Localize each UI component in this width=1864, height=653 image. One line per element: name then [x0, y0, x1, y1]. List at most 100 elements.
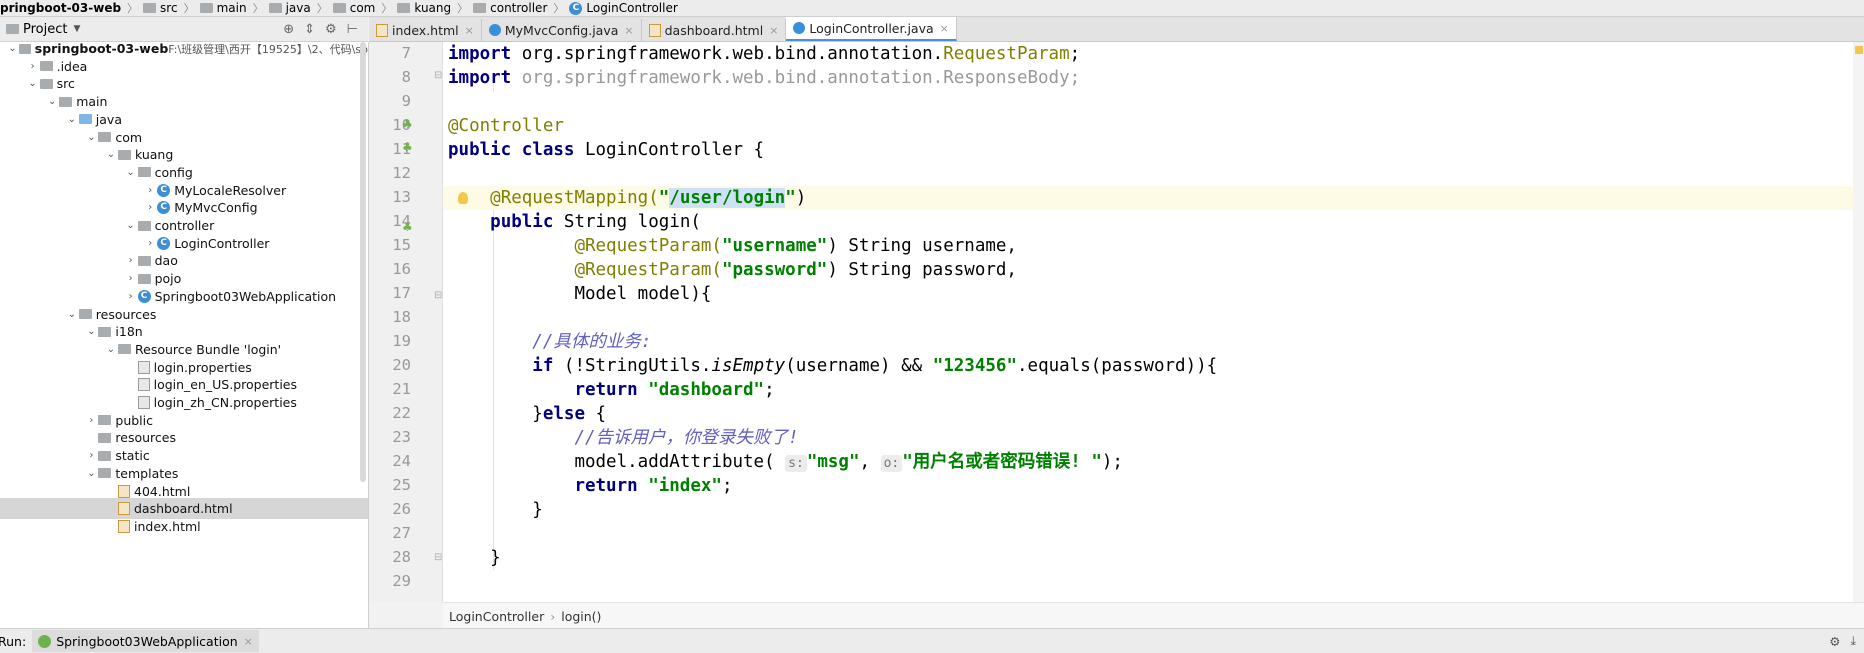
breadcrumb-label: java — [285, 1, 311, 15]
breadcrumb-label: LoginController — [586, 1, 678, 15]
code-line-19[interactable]: //具体的业务: — [448, 330, 651, 354]
folder-icon — [18, 43, 31, 54]
code-line-20[interactable]: if (!StringUtils.isEmpty(username) && "1… — [448, 354, 1217, 378]
code-line-28[interactable]: } — [448, 546, 501, 570]
code-line-24[interactable]: model.addAttribute( s: "msg", o: "用户名或者密码错… — [448, 450, 1123, 474]
project-path: F:\班级管理\西开【19525】\2、代码\sp — [168, 42, 368, 56]
code-line-26[interactable]: } — [448, 498, 543, 522]
code-line-17[interactable]: Model model){ — [448, 282, 711, 306]
chevron-right-icon[interactable]: › — [124, 291, 138, 302]
chevron-right-icon: 〉 — [183, 2, 195, 15]
chevron-down-icon[interactable]: ⌄ — [84, 468, 98, 479]
line-number: 29 — [392, 572, 411, 590]
breadcrumb-item[interactable]: C LoginController — [569, 1, 680, 15]
code-line-10[interactable]: @Controller — [448, 114, 564, 138]
chevron-right-icon[interactable]: › — [84, 415, 98, 426]
breadcrumb-item[interactable]: controller — [473, 1, 550, 15]
chevron-down-icon[interactable]: ⌄ — [65, 309, 79, 320]
editor-tab[interactable]: MyMvcConfig.java × — [481, 19, 642, 41]
folder-icon — [98, 326, 112, 337]
chevron-right-icon[interactable]: › — [143, 238, 157, 249]
close-icon[interactable]: × — [769, 24, 778, 37]
run-tab[interactable]: Springboot03WebApplication × — [32, 630, 259, 652]
chevron-right-icon[interactable]: › — [124, 255, 138, 266]
line-number: 13 — [392, 188, 411, 206]
breadcrumb-item[interactable]: com — [332, 1, 379, 15]
run-label: Run: — [0, 633, 27, 649]
breadcrumb-item[interactable]: kuang — [397, 1, 454, 15]
folder-icon — [118, 344, 131, 355]
chevron-down-icon[interactable]: ⌄ — [84, 132, 98, 143]
chevron-right-icon[interactable]: › — [143, 185, 157, 196]
chevron-right-icon[interactable]: › — [124, 273, 138, 284]
editor-tab[interactable]: LoginController.java × — [786, 17, 957, 41]
bean-icon[interactable]: ♣ — [402, 140, 416, 154]
code-line-14[interactable]: public String login( — [448, 210, 701, 234]
chevron-down-icon[interactable]: ⌄ — [26, 78, 40, 89]
globe-icon[interactable]: ⊕ — [283, 22, 294, 37]
code-line-7[interactable]: import org.springframework.web.bind.anno… — [448, 42, 1080, 66]
chevron-down-icon[interactable]: ⌄ — [104, 149, 118, 160]
breadcrumb-item[interactable]: main — [199, 1, 250, 15]
tree-item[interactable]: index.html — [0, 516, 368, 537]
hide-panel-icon[interactable]: ⊢ — [347, 22, 358, 37]
line-number: 9 — [401, 92, 411, 110]
chevron-down-icon[interactable]: ⌄ — [104, 344, 118, 355]
breadcrumb-item[interactable]: java — [268, 1, 314, 15]
chevron-down-icon[interactable]: ⌄ — [6, 43, 19, 54]
download-icon[interactable]: ⤓ — [1850, 633, 1856, 649]
line-number: 8 — [401, 68, 411, 86]
spring-boot-icon — [38, 634, 52, 648]
class-icon: C — [569, 1, 583, 15]
tree-item-label: src — [56, 76, 75, 92]
editor-tab[interactable]: dashboard.html × — [641, 19, 787, 41]
param-hint: s: — [785, 455, 807, 472]
error-stripe[interactable] — [1853, 42, 1864, 602]
line-number: 22 — [392, 404, 411, 422]
editor-tabs: index.html × MyMvcConfig.java × dashboard.ht… — [369, 17, 1864, 42]
breadcrumb-item[interactable]: src — [143, 1, 181, 15]
chevron-down-icon[interactable]: ⌄ — [65, 114, 79, 125]
code-line-13[interactable]: @RequestMapping("/user/login") — [448, 186, 806, 210]
tree-scrollbar[interactable] — [360, 42, 366, 482]
chevron-right-icon[interactable]: › — [84, 450, 98, 461]
breadcrumb-item[interactable]: pringboot-03-web — [0, 1, 124, 15]
lightbulb-icon[interactable] — [458, 192, 468, 204]
tree-item-label: config — [154, 164, 193, 180]
line-number: 26 — [392, 500, 411, 518]
chevron-down-icon[interactable]: ⌄ — [45, 96, 59, 107]
code-editor[interactable]: import org.springframework.web.bind.anno… — [443, 42, 1853, 602]
code-line-21[interactable]: return "dashboard"; — [448, 378, 774, 402]
project-view-selector[interactable]: Project ▼ — [6, 22, 80, 37]
close-icon[interactable]: × — [940, 22, 949, 35]
chevron-down-icon[interactable]: ⌄ — [84, 326, 98, 337]
chevron-right-icon: 〉 — [381, 2, 393, 15]
code-line-15[interactable]: @RequestParam("username") String usernam… — [448, 234, 1017, 258]
chevron-down-icon[interactable]: ⌄ — [124, 167, 138, 178]
gear-icon[interactable]: ⚙ — [325, 22, 337, 37]
bean-icon[interactable]: ♣ — [402, 220, 416, 234]
crumb-class[interactable]: LoginController — [449, 609, 544, 624]
close-icon[interactable]: × — [244, 635, 253, 648]
code-line-8[interactable]: import org.springframework.web.bind.anno… — [448, 66, 1080, 90]
line-number: 18 — [392, 308, 411, 326]
warning-marker[interactable] — [1855, 46, 1863, 54]
editor-tab[interactable]: index.html × — [369, 19, 482, 41]
code-line-23[interactable]: //告诉用户，你登录失败了! — [448, 426, 798, 450]
chevron-right-icon[interactable]: › — [143, 202, 157, 213]
gear-icon[interactable]: ⚙ — [1829, 634, 1840, 649]
tree-item-label: MyLocaleResolver — [174, 182, 287, 198]
code-line-16[interactable]: @RequestParam("password") String passwor… — [448, 258, 1017, 282]
code-line-11[interactable]: public class LoginController { — [448, 138, 764, 162]
close-icon[interactable]: × — [624, 24, 633, 37]
class-icon: C — [157, 201, 171, 215]
code-line-22[interactable]: }else { — [448, 402, 606, 426]
bean-icon[interactable]: ♣ — [402, 117, 416, 131]
chevron-down-icon[interactable]: ⌄ — [124, 220, 138, 231]
chevron-right-icon[interactable]: › — [26, 61, 40, 72]
close-icon[interactable]: × — [465, 24, 474, 37]
crumb-method[interactable]: login() — [561, 609, 601, 624]
code-line-25[interactable]: return "index"; — [448, 474, 732, 498]
navigation-breadcrumb: pringboot-03-web 〉 src 〉 main 〉 java 〉 com 〉 kuang… — [0, 0, 1864, 17]
collapse-icon[interactable]: ⇕ — [304, 22, 315, 37]
